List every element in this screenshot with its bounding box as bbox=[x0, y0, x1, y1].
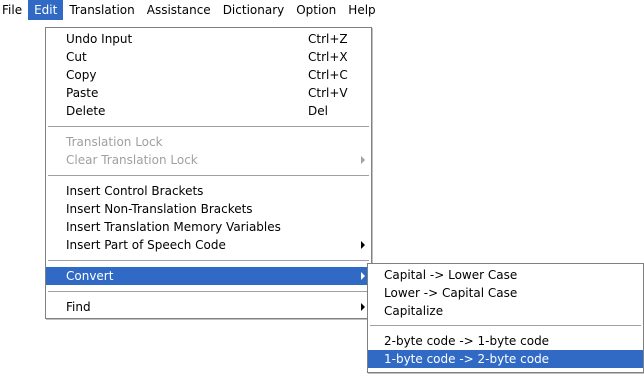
submenu-arrow-icon bbox=[361, 303, 365, 311]
submenu-arrow-icon bbox=[361, 156, 365, 164]
menu-edit[interactable]: Edit bbox=[28, 0, 64, 20]
shortcut-label: Del bbox=[308, 104, 328, 118]
menu-item-label: Undo Input bbox=[66, 32, 133, 46]
menu-item-label: Capitalize bbox=[384, 304, 444, 318]
menu-item-label: Capital -> Lower Case bbox=[384, 268, 518, 282]
shortcut-label: Ctrl+C bbox=[308, 68, 348, 82]
menu-item-find[interactable]: Find bbox=[46, 298, 371, 316]
menu-item-label: Lower -> Capital Case bbox=[384, 286, 518, 300]
menu-item-convert[interactable]: Convert bbox=[46, 267, 371, 285]
menu-item-label: Insert Non-Translation Brackets bbox=[66, 202, 253, 216]
menu-help[interactable]: Help bbox=[342, 0, 381, 20]
menu-item-insert-control-brackets[interactable]: Insert Control Brackets bbox=[46, 182, 371, 200]
menu-translation[interactable]: Translation bbox=[63, 0, 140, 20]
menu-item-label: Convert bbox=[66, 269, 114, 283]
menu-assistance[interactable]: Assistance bbox=[141, 0, 217, 20]
menu-item-label: 2-byte code -> 1-byte code bbox=[384, 334, 550, 348]
menu-item-cut[interactable]: Cut Ctrl+X bbox=[46, 48, 371, 66]
menu-separator bbox=[48, 260, 369, 261]
menu-item-capital-to-lower-case[interactable]: Capital -> Lower Case bbox=[368, 266, 643, 284]
shortcut-label: Ctrl+V bbox=[308, 86, 348, 100]
menu-file[interactable]: File bbox=[0, 0, 28, 20]
submenu-arrow-icon bbox=[361, 272, 365, 280]
menu-separator bbox=[48, 291, 369, 292]
menu-item-insert-non-translation-brackets[interactable]: Insert Non-Translation Brackets bbox=[46, 200, 371, 218]
menu-item-translation-lock: Translation Lock bbox=[46, 133, 371, 151]
application-window: File Edit Translation Assistance Diction… bbox=[0, 0, 644, 375]
menu-item-label: Delete bbox=[66, 104, 106, 118]
menu-item-capitalize[interactable]: Capitalize bbox=[368, 302, 643, 320]
menu-separator bbox=[370, 325, 641, 326]
menu-bar: File Edit Translation Assistance Diction… bbox=[0, 0, 644, 22]
menu-item-1byte-to-2byte[interactable]: 1-byte code -> 2-byte code bbox=[368, 350, 643, 368]
menu-item-insert-translation-memory-variables[interactable]: Insert Translation Memory Variables bbox=[46, 218, 371, 236]
menu-item-label: Cut bbox=[66, 50, 87, 64]
shortcut-label: Ctrl+Z bbox=[308, 32, 348, 46]
menu-item-lower-to-capital-case[interactable]: Lower -> Capital Case bbox=[368, 284, 643, 302]
menu-item-delete[interactable]: Delete Del bbox=[46, 102, 371, 120]
menu-item-label: Copy bbox=[66, 68, 97, 82]
menu-item-paste[interactable]: Paste Ctrl+V bbox=[46, 84, 371, 102]
menu-item-label: Find bbox=[66, 300, 91, 314]
menu-item-label: Translation Lock bbox=[66, 135, 163, 149]
menu-item-insert-part-of-speech-code[interactable]: Insert Part of Speech Code bbox=[46, 236, 371, 254]
menu-item-copy[interactable]: Copy Ctrl+C bbox=[46, 66, 371, 84]
menu-item-label: Insert Translation Memory Variables bbox=[66, 220, 281, 234]
menu-item-label: Clear Translation Lock bbox=[66, 153, 198, 167]
submenu-arrow-icon bbox=[361, 241, 365, 249]
menu-item-label: Insert Control Brackets bbox=[66, 184, 204, 198]
menu-item-label: 1-byte code -> 2-byte code bbox=[384, 352, 550, 366]
menu-separator bbox=[48, 175, 369, 176]
shortcut-label: Ctrl+X bbox=[308, 50, 348, 64]
menu-item-2byte-to-1byte[interactable]: 2-byte code -> 1-byte code bbox=[368, 332, 643, 350]
menu-dictionary[interactable]: Dictionary bbox=[217, 0, 291, 20]
menu-item-undo-input[interactable]: Undo Input Ctrl+Z bbox=[46, 30, 371, 48]
menu-item-clear-translation-lock: Clear Translation Lock bbox=[46, 151, 371, 169]
menu-option[interactable]: Option bbox=[290, 0, 342, 20]
edit-dropdown-menu: Undo Input Ctrl+Z Cut Ctrl+X Copy Ctrl+C… bbox=[45, 27, 372, 319]
menu-separator bbox=[48, 126, 369, 127]
convert-submenu: Capital -> Lower Case Lower -> Capital C… bbox=[367, 263, 644, 373]
menu-item-label: Paste bbox=[66, 86, 99, 100]
menu-item-label: Insert Part of Speech Code bbox=[66, 238, 226, 252]
